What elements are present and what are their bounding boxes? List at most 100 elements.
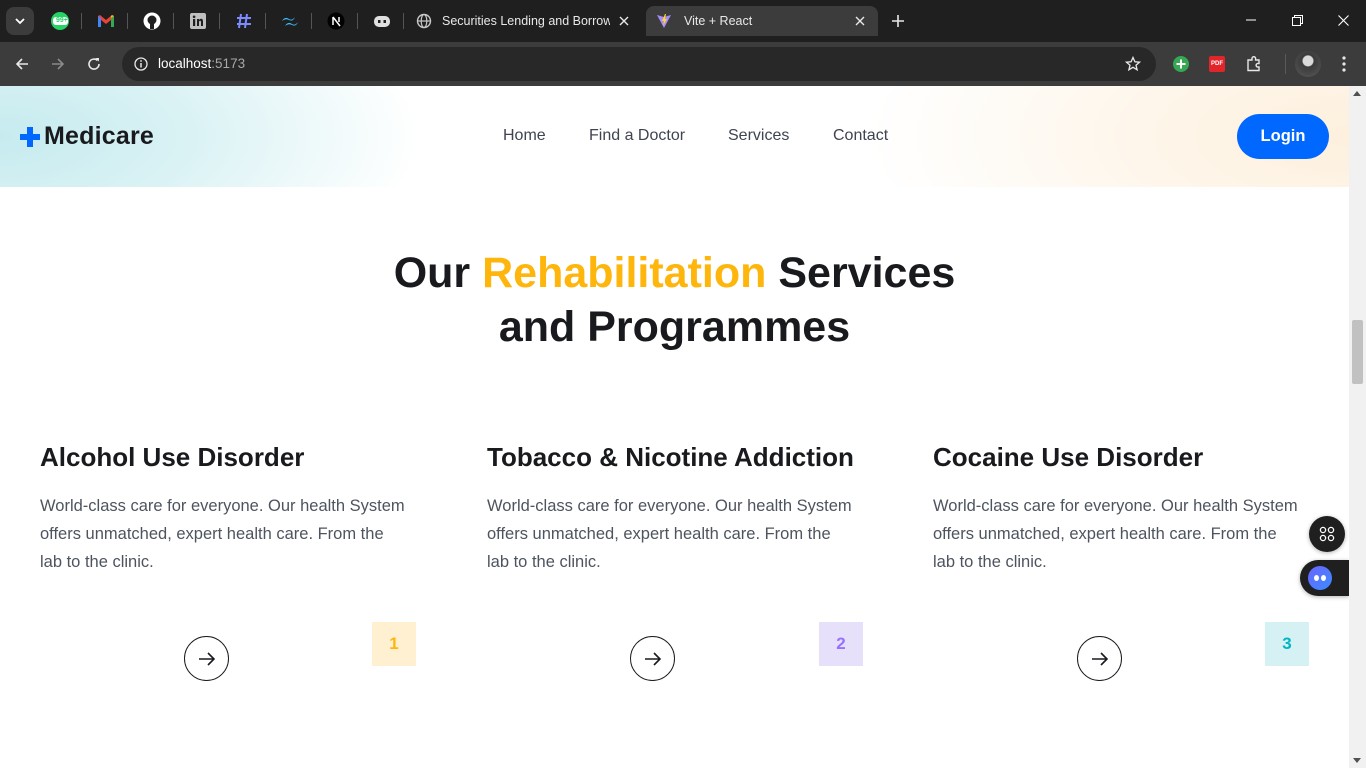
close-tab-button[interactable] (852, 13, 868, 29)
menu-icon (1342, 56, 1346, 72)
card-arrow-button[interactable] (1077, 636, 1122, 681)
card-arrow-button[interactable] (630, 636, 675, 681)
tailwind-icon (282, 17, 298, 26)
restore-button[interactable] (1274, 0, 1320, 40)
nav-contact[interactable]: Contact (833, 127, 888, 145)
scrollbar-thumb[interactable] (1352, 320, 1363, 384)
divider (265, 13, 266, 29)
logo[interactable]: Medicare (20, 122, 154, 151)
card-number-badge: 1 (372, 622, 416, 666)
url-host: localhost (158, 56, 212, 71)
heading-highlight: Rehabilitation (482, 249, 767, 297)
divider (1285, 54, 1286, 74)
floating-assistant-button[interactable] (1300, 560, 1349, 596)
divider (403, 13, 404, 29)
divider (81, 13, 82, 29)
heading-text-end: Services (766, 249, 956, 297)
scroll-up-arrow-icon[interactable] (1353, 91, 1361, 96)
card-arrow-button[interactable] (184, 636, 229, 681)
arrow-right-icon (644, 651, 661, 666)
arrow-right-icon (198, 651, 215, 666)
globe-icon (416, 13, 432, 29)
medical-cross-icon (20, 126, 40, 147)
profile-avatar (1295, 51, 1321, 77)
site-header: Medicare Home Find a Doctor Services Con… (0, 86, 1349, 187)
back-button[interactable] (8, 50, 36, 78)
tab-vite-react[interactable]: Vite + React (646, 6, 878, 36)
nav-find-a-doctor[interactable]: Find a Doctor (589, 127, 685, 145)
copilot-icon (374, 16, 390, 27)
card-description: World-class care for everyone. Our healt… (40, 497, 405, 571)
tab-securities-lending[interactable]: Securities Lending and Borrowing (406, 6, 642, 36)
site-info-button[interactable] (128, 51, 154, 77)
divider (357, 13, 358, 29)
pinned-tab-nextjs[interactable] (321, 7, 351, 35)
arrow-left-icon (15, 58, 28, 70)
extensions-menu-button[interactable] (1241, 51, 1267, 77)
card-title: Tobacco & Nicotine Addiction (487, 442, 854, 472)
scroll-down-arrow-icon[interactable] (1353, 758, 1361, 763)
pinned-tab-gmail[interactable] (91, 7, 121, 35)
close-icon (1337, 14, 1349, 26)
card-title: Cocaine Use Disorder (933, 442, 1204, 472)
pdf-label: PDF (1211, 61, 1223, 67)
url-text[interactable]: localhost:5173 (158, 56, 245, 71)
new-tab-button[interactable] (886, 9, 910, 33)
card-number-badge: 3 (1265, 622, 1309, 666)
close-tab-button[interactable] (616, 13, 632, 29)
nextjs-icon (327, 12, 345, 30)
pinned-tab-tailwind[interactable] (275, 7, 305, 35)
chevron-down-icon (15, 18, 25, 25)
heading-line-2: and Programmes (498, 303, 851, 351)
browser-menu-button[interactable] (1331, 51, 1357, 77)
profile-button[interactable] (1294, 50, 1322, 78)
grid-icon (1319, 526, 1335, 542)
minimize-icon (1246, 19, 1256, 21)
pdf-extension-icon: PDF (1209, 56, 1225, 72)
pinned-tab-linkedin[interactable] (183, 7, 213, 35)
floating-apps-button[interactable] (1309, 516, 1345, 552)
reload-button[interactable] (80, 50, 108, 78)
card-description: World-class care for everyone. Our healt… (933, 497, 1298, 571)
arrow-right-icon (1091, 651, 1108, 666)
close-icon (619, 16, 629, 26)
pinned-tab-github[interactable] (137, 7, 167, 35)
tab-title: Vite + React (684, 14, 753, 28)
close-icon (855, 16, 865, 26)
info-icon (134, 57, 148, 71)
bookmark-button[interactable] (1122, 53, 1144, 75)
card-description: World-class care for everyone. Our healt… (487, 497, 852, 571)
nav-services[interactable]: Services (728, 127, 789, 145)
divider (311, 13, 312, 29)
divider (219, 13, 220, 29)
extension-add-button[interactable] (1168, 51, 1194, 77)
assistant-bot-icon (1308, 566, 1332, 590)
divider (173, 13, 174, 29)
pinned-tab-copilot[interactable] (367, 7, 397, 35)
star-icon (1125, 56, 1141, 72)
plus-icon (892, 15, 904, 27)
divider (127, 13, 128, 29)
reload-icon (88, 58, 100, 70)
pinned-tab-hashnode[interactable] (229, 7, 259, 35)
tab-search-button[interactable] (6, 7, 34, 35)
forward-button[interactable] (44, 50, 72, 78)
page-scrollbar[interactable] (1349, 86, 1366, 768)
heading-text-start: Our (393, 249, 483, 297)
hashnode-icon (237, 13, 251, 29)
arrow-right-icon (52, 58, 65, 70)
gmail-icon (98, 15, 114, 27)
vite-icon (657, 14, 671, 28)
card-number-badge: 2 (819, 622, 863, 666)
address-bar[interactable]: localhost:5173 (122, 47, 1156, 81)
tab-title: Securities Lending and Borrowing (442, 14, 610, 28)
linkedin-icon (190, 13, 206, 29)
browser-toolbar: localhost:5173 PDF (0, 42, 1366, 86)
minimize-button[interactable] (1228, 0, 1274, 40)
close-window-button[interactable] (1320, 0, 1366, 40)
pinned-tab-whatsapp[interactable]: 99+ (45, 7, 75, 35)
nav-home[interactable]: Home (503, 127, 546, 145)
extension-pdf-button[interactable]: PDF (1204, 51, 1230, 77)
section-heading: Our Rehabilitation Services and Programm… (0, 246, 1349, 354)
login-button[interactable]: Login (1237, 114, 1329, 159)
